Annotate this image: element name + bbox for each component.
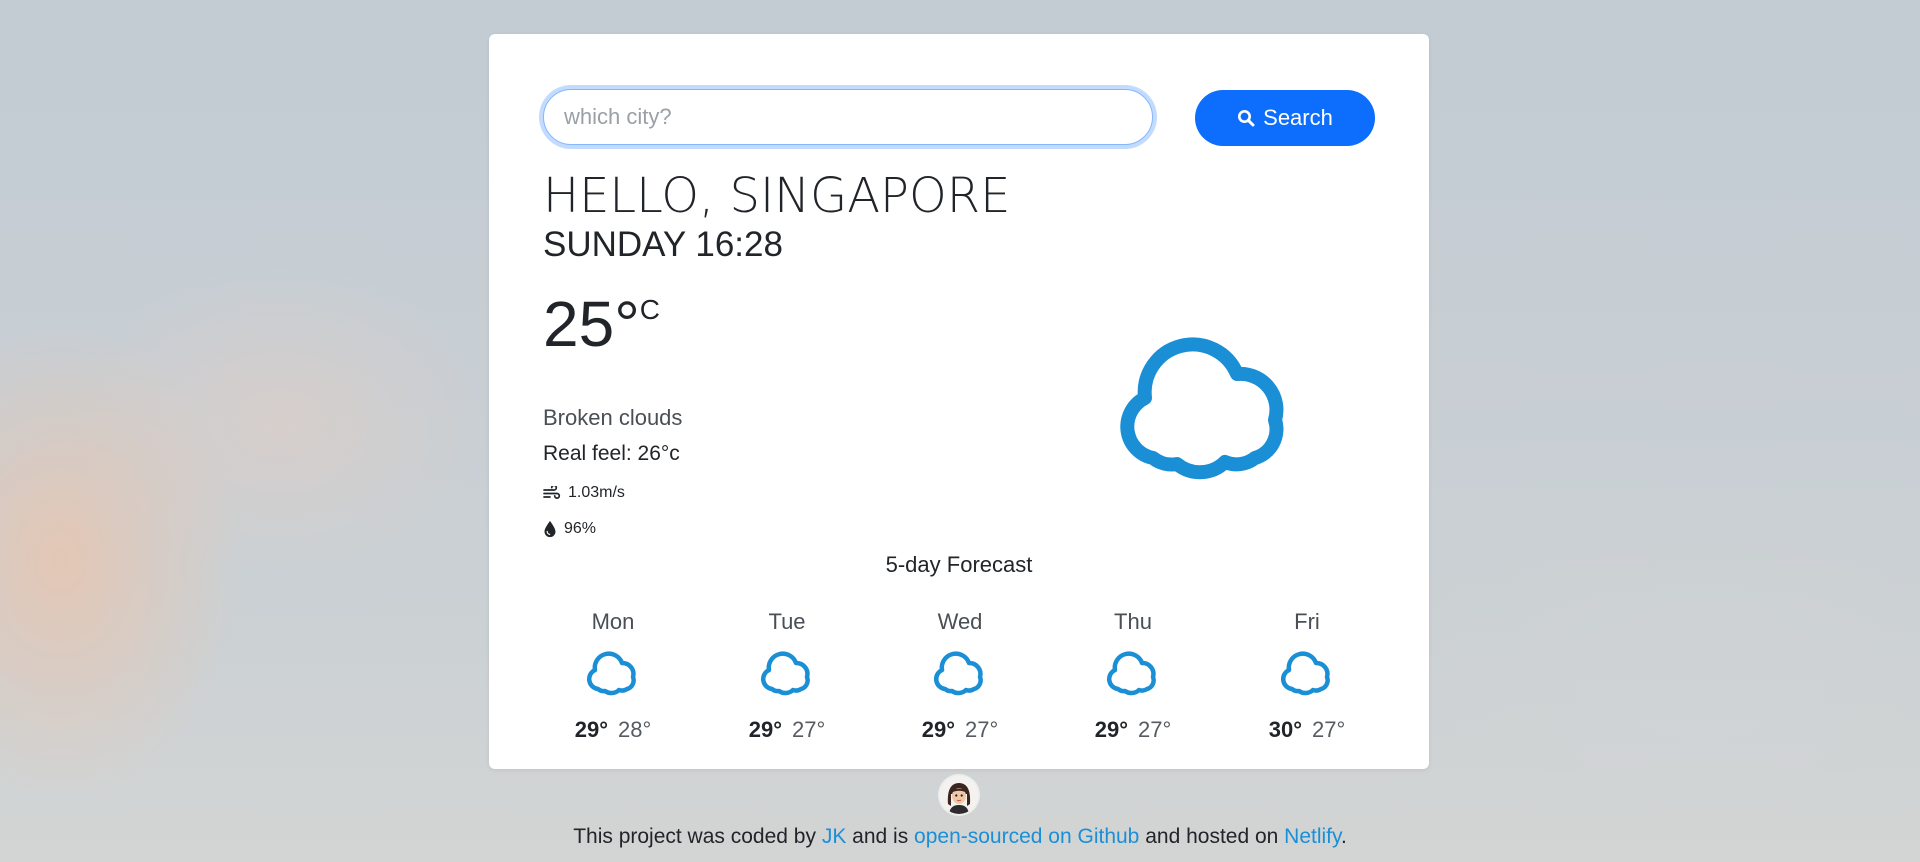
- forecast-temps: 29° 27°: [727, 717, 847, 743]
- footer-text: This project was coded by: [573, 825, 822, 848]
- forecast-list: Mon 29° 28° Tue 29° 27° Wed 29° 27° Thu …: [489, 609, 1429, 749]
- forecast-day-name: Thu: [1114, 609, 1152, 634]
- cloud-icon: [1281, 651, 1330, 696]
- city-search-input[interactable]: [543, 89, 1153, 145]
- forecast-min-temp: 27°: [792, 717, 826, 742]
- forecast-day: Tue 29° 27°: [727, 609, 847, 743]
- search-button[interactable]: Search: [1195, 90, 1375, 146]
- forecast-day-name: Tue: [768, 609, 806, 634]
- cloud-icon: [1107, 651, 1156, 696]
- weather-description: Broken clouds: [543, 405, 683, 430]
- wind-speed: 1.03m/s: [543, 484, 625, 502]
- author-link[interactable]: JK: [822, 825, 847, 848]
- city-greeting: HELLO, SINGAPORE: [543, 168, 1011, 224]
- wind-value: 1.03m/s: [568, 484, 625, 501]
- current-temperature: 25° C: [543, 292, 660, 356]
- forecast-day-name: Fri: [1294, 609, 1320, 634]
- forecast-day-name: Wed: [937, 609, 983, 634]
- forecast-min-temp: 27°: [965, 717, 999, 742]
- forecast-max-temp: 29°: [748, 717, 782, 742]
- date-time: SUNDAY 16:28: [543, 225, 783, 264]
- temperature-value: 25°: [543, 288, 640, 360]
- netlify-link[interactable]: Netlify: [1284, 825, 1341, 848]
- real-feel: Real feel: 26°c: [543, 442, 680, 465]
- author-avatar: [940, 776, 978, 814]
- forecast-max-temp: 29°: [1094, 717, 1128, 742]
- wind-icon: [543, 486, 561, 499]
- cloud-icon: [587, 651, 636, 696]
- forecast-max-temp: 29°: [574, 717, 608, 742]
- cloud-icon: [934, 651, 983, 696]
- forecast-min-temp: 27°: [1312, 717, 1346, 742]
- forecast-max-temp: 29°: [921, 717, 955, 742]
- forecast-temps: 30° 27°: [1247, 717, 1367, 743]
- github-link[interactable]: open-sourced on Github: [914, 825, 1139, 848]
- forecast-day: Fri 30° 27°: [1247, 609, 1367, 743]
- forecast-min-temp: 27°: [1138, 717, 1172, 742]
- forecast-max-temp: 30°: [1268, 717, 1302, 742]
- forecast-day: Thu 29° 27°: [1073, 609, 1193, 743]
- cloud-icon: [1120, 337, 1284, 480]
- footer: This project was coded by JK and is open…: [0, 825, 1920, 849]
- search-button-label: Search: [1263, 105, 1333, 130]
- weather-card: Search HELLO, SINGAPORE SUNDAY 16:28 25°…: [489, 34, 1429, 769]
- droplet-icon: [544, 521, 556, 538]
- forecast-temps: 29° 27°: [900, 717, 1020, 743]
- avatar-image: [940, 776, 978, 814]
- cloud-icon: [761, 651, 810, 696]
- forecast-day: Wed 29° 27°: [900, 609, 1020, 743]
- footer-text: and is: [846, 825, 915, 848]
- forecast-title: 5-day Forecast: [885, 552, 1033, 577]
- forecast-min-temp: 28°: [618, 717, 652, 742]
- forecast-temps: 29° 28°: [553, 717, 673, 743]
- forecast-temps: 29° 27°: [1073, 717, 1193, 743]
- footer-text: .: [1340, 825, 1347, 848]
- temperature-unit: C: [639, 294, 661, 325]
- forecast-day-name: Mon: [591, 609, 635, 634]
- footer-text: and hosted on: [1139, 825, 1285, 848]
- humidity-value: 96%: [564, 520, 597, 537]
- forecast-day: Mon 29° 28°: [553, 609, 673, 743]
- search-icon: [1238, 110, 1255, 127]
- humidity: 96%: [543, 520, 596, 538]
